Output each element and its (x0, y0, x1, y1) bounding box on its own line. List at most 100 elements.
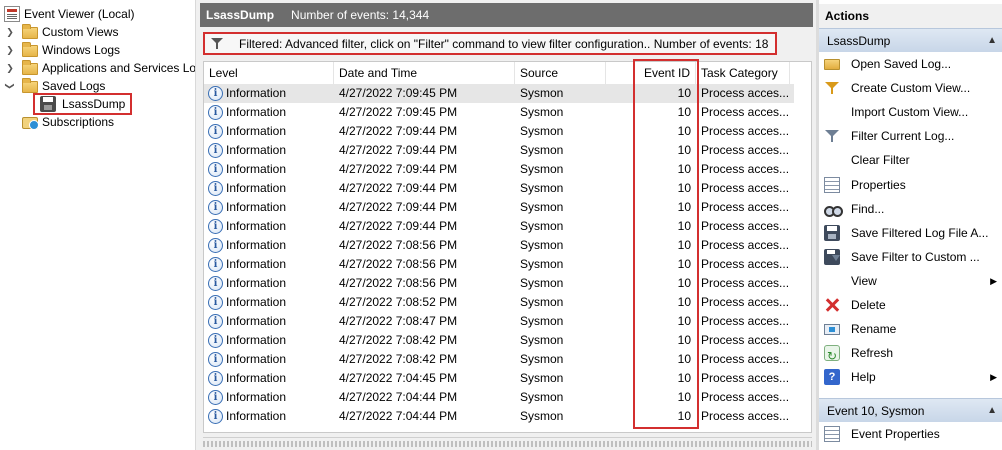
event-id-cell: 10 (677, 276, 691, 290)
horizontal-scrollbar[interactable] (203, 437, 812, 450)
action-clear-filter[interactable]: Clear Filter (819, 148, 1002, 172)
filter-current-log-icon (824, 128, 840, 144)
chevron-down-icon[interactable]: ❯ (1, 80, 19, 92)
date-time-cell: 4/27/2022 7:08:47 PM (339, 314, 458, 328)
source-cell: Sysmon (520, 238, 564, 252)
vertical-scrollbar[interactable] (795, 84, 811, 432)
date-time-cell: 4/27/2022 7:08:56 PM (339, 257, 458, 271)
level-cell: i Information (204, 274, 334, 293)
source-cell: Sysmon (520, 124, 564, 138)
event-id-cell: 10 (677, 238, 691, 252)
information-icon: i (208, 333, 223, 348)
table-row[interactable]: i Information 4/27/2022 7:09:44 PM Sysmon 10… (204, 179, 794, 198)
column-header-date-and-time[interactable]: Date and Time (334, 62, 515, 84)
action-label: Delete (851, 298, 886, 312)
column-header-source[interactable]: Source (515, 62, 606, 84)
level-text: Information (226, 124, 287, 138)
tree-item-subscriptions[interactable]: Subscriptions (22, 113, 114, 131)
action-open-saved-log[interactable]: Open Saved Log... (819, 52, 1002, 76)
level-cell: i Information (204, 103, 334, 122)
action-label: Event Properties (851, 427, 940, 441)
tree-item-windows-logs[interactable]: ❯ Windows Logs (4, 41, 120, 59)
table-row[interactable]: i Information 4/27/2022 7:09:44 PM Sysmon 10… (204, 198, 794, 217)
submenu-arrow-icon: ▶ (990, 372, 997, 383)
chevron-right-icon[interactable]: ❯ (4, 41, 16, 59)
level-text: Information (226, 352, 287, 366)
table-row[interactable]: i Information 4/27/2022 7:09:45 PM Sysmon 10… (204, 103, 794, 122)
task-category-cell: Process acces... (701, 333, 790, 347)
table-row[interactable]: i Information 4/27/2022 7:08:42 PM Sysmon 10… (204, 331, 794, 350)
action-label: Create Custom View... (851, 81, 971, 96)
action-save-filter-to-custom[interactable]: Save Filter to Custom ... (819, 245, 1002, 269)
date-time-cell: 4/27/2022 7:04:44 PM (339, 390, 458, 404)
table-row[interactable]: i Information 4/27/2022 7:08:52 PM Sysmon 10… (204, 293, 794, 312)
table-row[interactable]: i Information 4/27/2022 7:08:56 PM Sysmon 10… (204, 255, 794, 274)
table-row[interactable]: i Information 4/27/2022 7:08:42 PM Sysmon 10… (204, 350, 794, 369)
action-refresh[interactable]: Refresh (819, 341, 1002, 368)
information-icon: i (208, 295, 223, 310)
action-import-custom-view[interactable]: Import Custom View... (819, 100, 1002, 124)
table-row[interactable]: i Information 4/27/2022 7:08:56 PM Sysmon 10… (204, 274, 794, 293)
table-row[interactable]: i Information 4/27/2022 7:04:44 PM Sysmon 10… (204, 388, 794, 407)
tree-item-label: Custom Views (42, 25, 119, 39)
date-time-cell: 4/27/2022 7:09:44 PM (339, 124, 458, 138)
collapse-up-icon[interactable]: ▲ (987, 29, 997, 53)
level-text: Information (226, 257, 287, 271)
level-cell: i Information (204, 388, 334, 407)
tree-item-event-viewer-local[interactable]: Event Viewer (Local) (4, 5, 135, 23)
action-create-custom-view[interactable]: Create Custom View... (819, 76, 1002, 100)
action-delete[interactable]: Delete (819, 293, 1002, 317)
date-time-cell: 4/27/2022 7:08:42 PM (339, 333, 458, 347)
table-row[interactable]: i Information 4/27/2022 7:09:44 PM Sysmon 10… (204, 141, 794, 160)
folder-icon (22, 78, 38, 93)
level-text: Information (226, 238, 287, 252)
collapse-up-icon[interactable]: ▲ (987, 399, 997, 423)
table-row[interactable]: i Information 4/27/2022 7:04:45 PM Sysmon 10… (204, 369, 794, 388)
column-header-level[interactable]: Level (204, 62, 334, 84)
log-title: LsassDump (206, 8, 275, 22)
column-header-task-category[interactable]: Task Category (696, 62, 790, 84)
action-help[interactable]: ? Help ▶ (819, 365, 1002, 389)
table-row[interactable]: i Information 4/27/2022 7:09:45 PM Sysmon 10… (204, 84, 794, 103)
information-icon: i (208, 257, 223, 272)
date-time-cell: 4/27/2022 7:09:44 PM (339, 219, 458, 233)
table-row[interactable]: i Information 4/27/2022 7:08:47 PM Sysmon 10… (204, 312, 794, 331)
action-label: Save Filter to Custom ... (851, 249, 980, 264)
table-row[interactable]: i Information 4/27/2022 7:04:44 PM Sysmon 10… (204, 407, 794, 426)
tree-item-label: Windows Logs (42, 43, 121, 57)
information-icon: i (208, 352, 223, 367)
action-properties[interactable]: Properties (819, 173, 1002, 197)
event-id-cell: 10 (677, 143, 691, 157)
action-filter-current-log[interactable]: Filter Current Log... (819, 124, 1002, 148)
actions-section-event[interactable]: Event 10, Sysmon ▲ (819, 398, 1002, 422)
tree-item-custom-views[interactable]: ❯ Custom Views (4, 23, 118, 41)
level-text: Information (226, 181, 287, 195)
actions-section-lsassdump[interactable]: LsassDump ▲ (819, 28, 1002, 52)
action-label: Clear Filter (851, 153, 910, 168)
table-row[interactable]: i Information 4/27/2022 7:09:44 PM Sysmon 10… (204, 122, 794, 141)
task-category-cell: Process acces... (701, 390, 790, 404)
action-event-properties[interactable]: Event Properties (819, 422, 1002, 446)
tree-item-applications-and-services-logs[interactable]: ❯ Applications and Services Logs (4, 59, 195, 77)
table-row[interactable]: i Information 4/27/2022 7:09:44 PM Sysmon 10… (204, 217, 794, 236)
help-icon: ? (824, 369, 840, 386)
level-text: Information (226, 276, 287, 290)
scrollbar-grip[interactable] (203, 441, 812, 447)
event-viewer-icon (4, 6, 20, 22)
action-view[interactable]: View ▶ (819, 269, 1002, 293)
column-header-event-id[interactable]: Event ID (606, 62, 696, 84)
task-category-cell: Process acces... (701, 295, 790, 309)
table-row[interactable]: i Information 4/27/2022 7:08:56 PM Sysmon 10… (204, 236, 794, 255)
action-find[interactable]: Find... (819, 197, 1002, 221)
information-icon: i (208, 143, 223, 158)
chevron-right-icon[interactable]: ❯ (4, 59, 16, 77)
action-save-filtered-log-file-a[interactable]: Save Filtered Log File A... (819, 221, 1002, 245)
table-row[interactable]: i Information 4/27/2022 7:09:44 PM Sysmon 10… (204, 160, 794, 179)
level-text: Information (226, 333, 287, 347)
level-text: Information (226, 200, 287, 214)
chevron-right-icon[interactable]: ❯ (4, 23, 16, 41)
action-rename[interactable]: Rename (819, 317, 1002, 341)
tree-item-label: Event Viewer (Local) (24, 7, 135, 21)
source-cell: Sysmon (520, 219, 564, 233)
source-cell: Sysmon (520, 105, 564, 119)
